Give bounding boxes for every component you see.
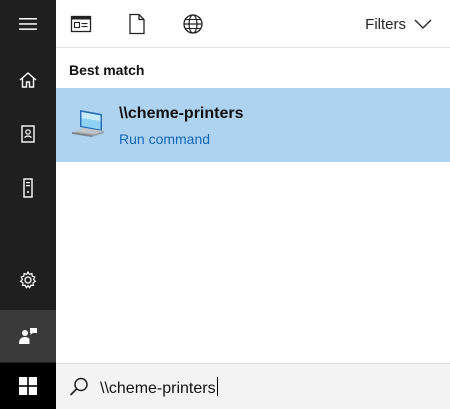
windows-logo-icon [19,377,37,395]
web-icon [183,14,203,34]
filters-label: Filters [365,15,406,33]
apps-icon [70,15,92,33]
result-subtitle: Run command [119,131,211,147]
search-panel: Filters Best match \\cheme-printers Run … [56,0,450,363]
settings-button[interactable] [0,256,56,304]
tower-pc-icon [23,178,33,198]
expand-menu-button[interactable] [0,0,56,48]
search-icon [69,377,88,396]
results-list: Best match \\cheme-printers Run command [56,48,450,363]
gear-icon [19,270,37,289]
result-title: \\cheme-printers [119,105,244,122]
web-filter-button[interactable] [181,12,205,36]
hamburger-menu-icon [19,18,37,30]
documents-icon [129,13,145,35]
computer-network-icon [72,110,104,137]
feedback-icon [19,328,37,344]
search-input[interactable]: \\cheme-printers [100,377,218,398]
apps-filter-button[interactable] [69,12,93,36]
best-match-heading: Best match [69,62,145,78]
filters-dropdown[interactable]: Filters [365,12,432,36]
notebook-button[interactable] [0,110,56,158]
start-left-rail [0,0,56,409]
best-match-result[interactable]: \\cheme-printers Run command [56,88,450,162]
home-icon [19,72,37,88]
text-cursor [216,377,218,396]
notebook-icon [21,125,35,143]
devices-button[interactable] [0,164,56,212]
documents-filter-button[interactable] [125,12,149,36]
search-filter-bar: Filters [56,0,450,48]
feedback-button[interactable] [0,310,56,362]
start-button[interactable] [0,363,56,409]
search-input-value: \\cheme-printers [100,380,216,397]
search-box[interactable]: \\cheme-printers [56,363,450,409]
chevron-down-icon [414,19,432,29]
home-button[interactable] [0,56,56,104]
